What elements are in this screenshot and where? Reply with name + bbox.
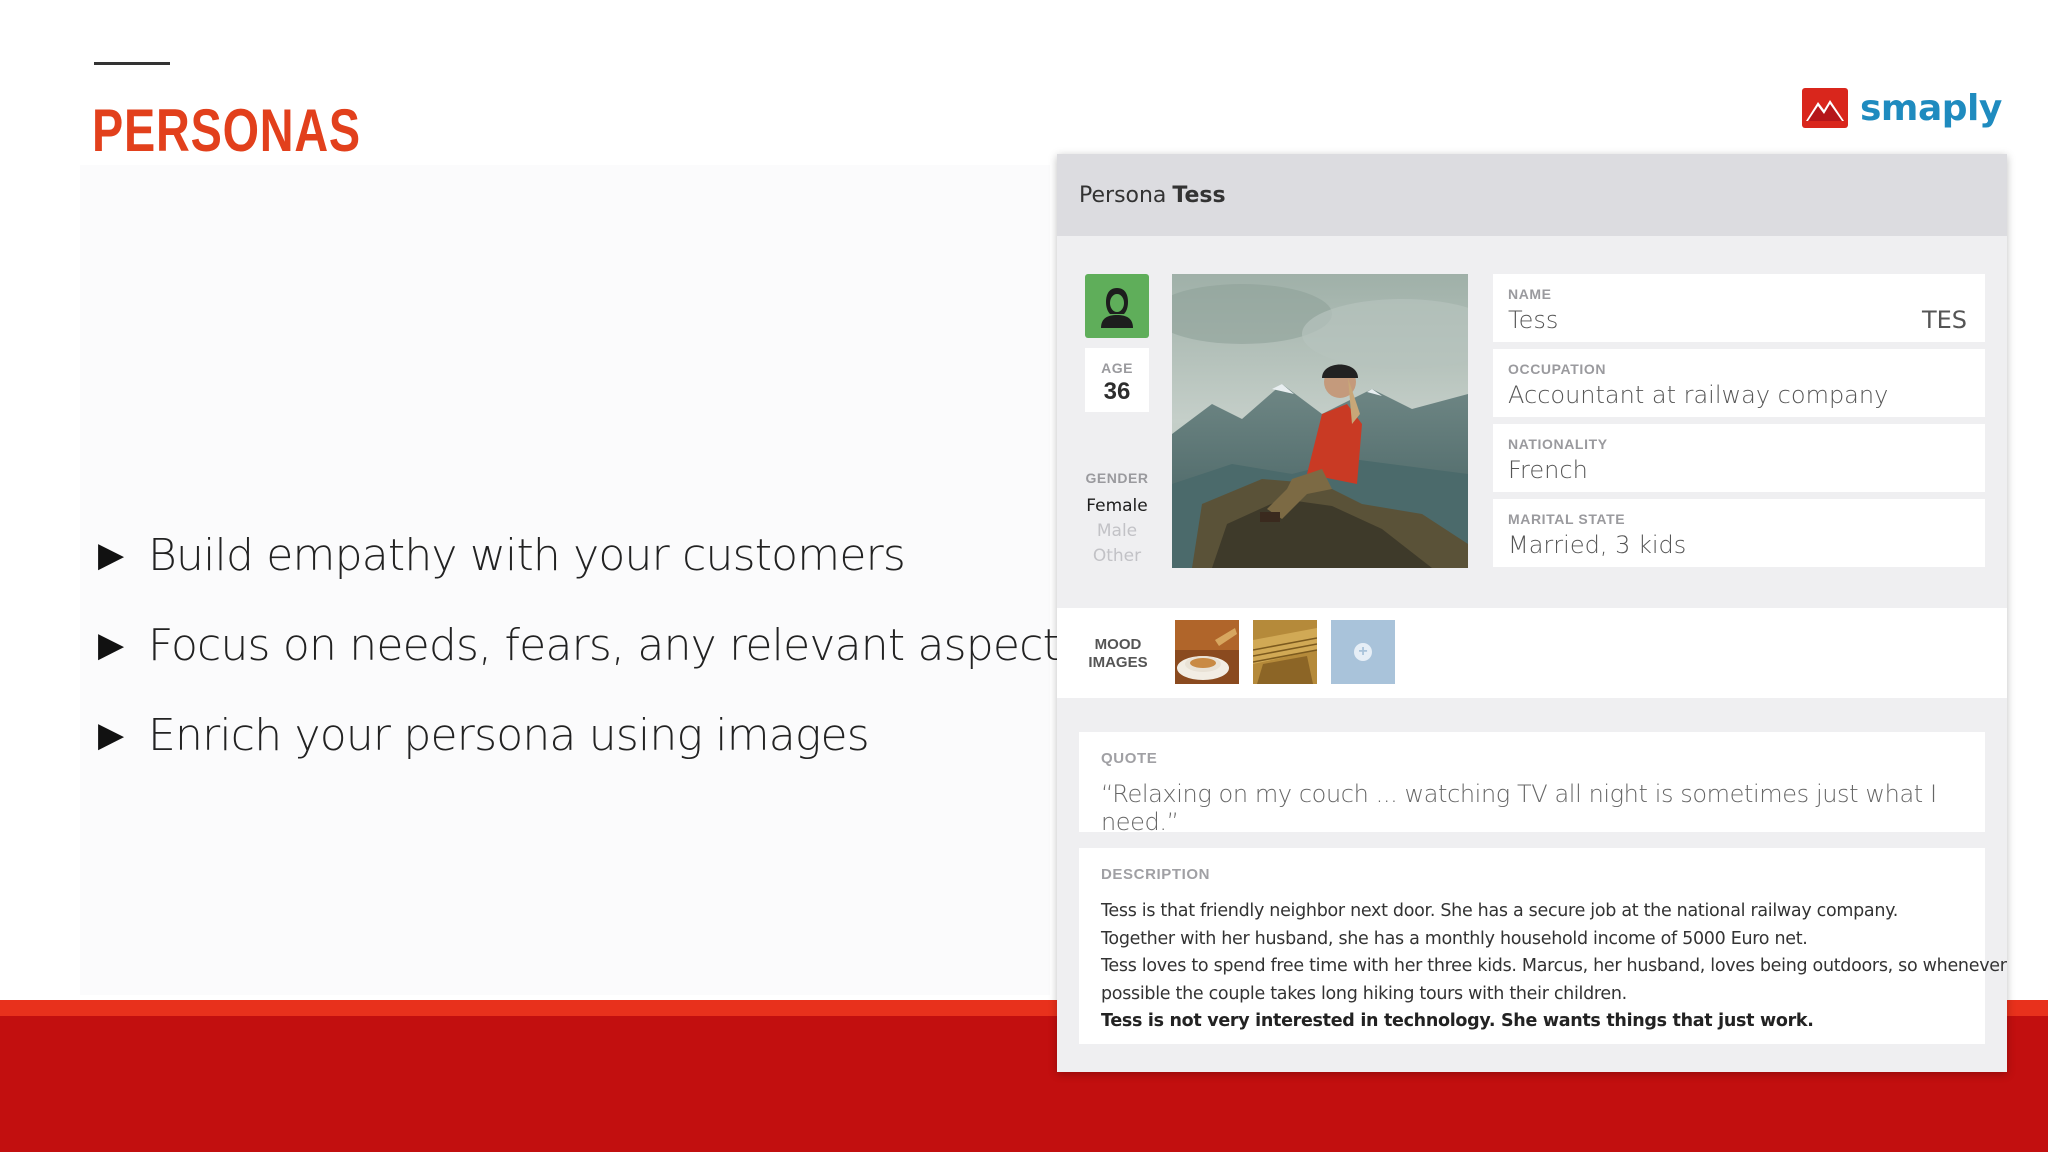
age-field[interactable]: AGE 36 (1085, 348, 1149, 412)
gender-label: GENDER (1085, 470, 1149, 486)
gender-option-female[interactable]: Female (1075, 494, 1159, 519)
bullet-text: Enrich your persona using images (148, 709, 870, 761)
name-field[interactable]: NAME Tess TES (1493, 274, 1985, 342)
persona-photo[interactable] (1172, 274, 1468, 568)
nationality-value: French (1508, 456, 1588, 484)
marital-state-label: MARITAL STATE (1508, 511, 1626, 527)
bullet-arrow-icon: ▶ (98, 716, 125, 754)
persona-fields: NAME Tess TES OCCUPATION Accountant at r… (1493, 274, 1985, 574)
bullet-item: ▶ Build empathy with your customers (98, 510, 1081, 600)
description-label: DESCRIPTION (1101, 866, 1211, 883)
plus-circle-icon: + (1354, 643, 1372, 661)
nationality-label: NATIONALITY (1508, 436, 1608, 452)
page-title: PERSONAS (92, 97, 361, 164)
description-text: Tess is that friendly neighbor next door… (1101, 898, 2007, 1036)
persona-photo-image (1172, 274, 1468, 568)
marital-state-value: Married, 3 kids (1508, 531, 1687, 559)
description-field[interactable]: DESCRIPTION Tess is that friendly neighb… (1079, 848, 2007, 1044)
mountain-logo-icon (1802, 88, 1848, 128)
gender-selector: GENDER Female Male Other (1075, 470, 1159, 569)
mood-image-piano[interactable] (1253, 620, 1317, 684)
occupation-field[interactable]: OCCUPATION Accountant at railway company (1493, 349, 1985, 417)
description-line: Tess loves to spend free time with her t… (1101, 956, 2007, 976)
mood-images-row: MOOD IMAGES + (1057, 608, 2007, 698)
bullet-list: ▶ Build empathy with your customers ▶ Fo… (98, 510, 1082, 780)
bullet-arrow-icon: ▶ (98, 626, 125, 664)
mood-label-line2: IMAGES (1088, 654, 1148, 671)
occupation-value: Accountant at railway company (1508, 381, 1889, 409)
mood-image-coffee[interactable] (1175, 620, 1239, 684)
logo-text: smaply (1860, 87, 2002, 129)
description-bold-line: Tess is not very interested in technolog… (1101, 1011, 1814, 1031)
bullet-item: ▶ Focus on needs, fears, any relevant as… (98, 600, 1082, 690)
age-value: 36 (1103, 378, 1131, 405)
marital-state-field[interactable]: MARITAL STATE Married, 3 kids (1493, 499, 1985, 567)
add-mood-image-button[interactable]: + (1331, 620, 1395, 684)
description-line: Together with her husband, she has a mon… (1101, 928, 1808, 949)
mood-images-label: MOOD IMAGES (1083, 636, 1153, 672)
mood-label-line1: MOOD (1094, 636, 1142, 653)
name-label: NAME (1508, 286, 1552, 302)
title-rule (94, 62, 170, 65)
bullet-item: ▶ Enrich your persona using images (98, 690, 1081, 780)
occupation-label: OCCUPATION (1508, 361, 1607, 377)
quote-label: QUOTE (1101, 750, 1158, 767)
avatar[interactable] (1085, 274, 1149, 338)
gender-option-male[interactable]: Male (1075, 519, 1159, 544)
name-value: Tess (1508, 306, 1559, 334)
persona-card: Persona Tess AGE 36 GENDER Female Male O… (1057, 154, 2007, 1072)
bullet-arrow-icon: ▶ (98, 536, 125, 574)
person-icon (1101, 288, 1133, 328)
nationality-field[interactable]: NATIONALITY French (1493, 424, 1985, 492)
quote-text: “Relaxing on my couch ... watching TV al… (1101, 780, 1937, 836)
description-line: possible the couple takes long hiking to… (1101, 983, 1627, 1004)
smaply-logo: smaply (1802, 86, 2002, 130)
gender-option-other[interactable]: Other (1075, 544, 1159, 569)
age-label: AGE (1101, 360, 1133, 376)
name-abbreviation: TES (1921, 306, 1967, 334)
persona-header-prefix: Persona (1079, 182, 1167, 208)
bullet-text: Focus on needs, fears, any relevant aspe… (148, 619, 1082, 671)
coffee-image (1175, 620, 1239, 684)
persona-card-header: Persona Tess (1057, 154, 2007, 236)
quote-field[interactable]: QUOTE “Relaxing on my couch ... watching… (1079, 732, 1985, 836)
bullet-text: Build empathy with your customers (148, 529, 906, 581)
persona-header-name: Tess (1172, 182, 1226, 208)
piano-image (1253, 620, 1317, 684)
description-line: Tess is that friendly neighbor next door… (1101, 901, 1898, 921)
